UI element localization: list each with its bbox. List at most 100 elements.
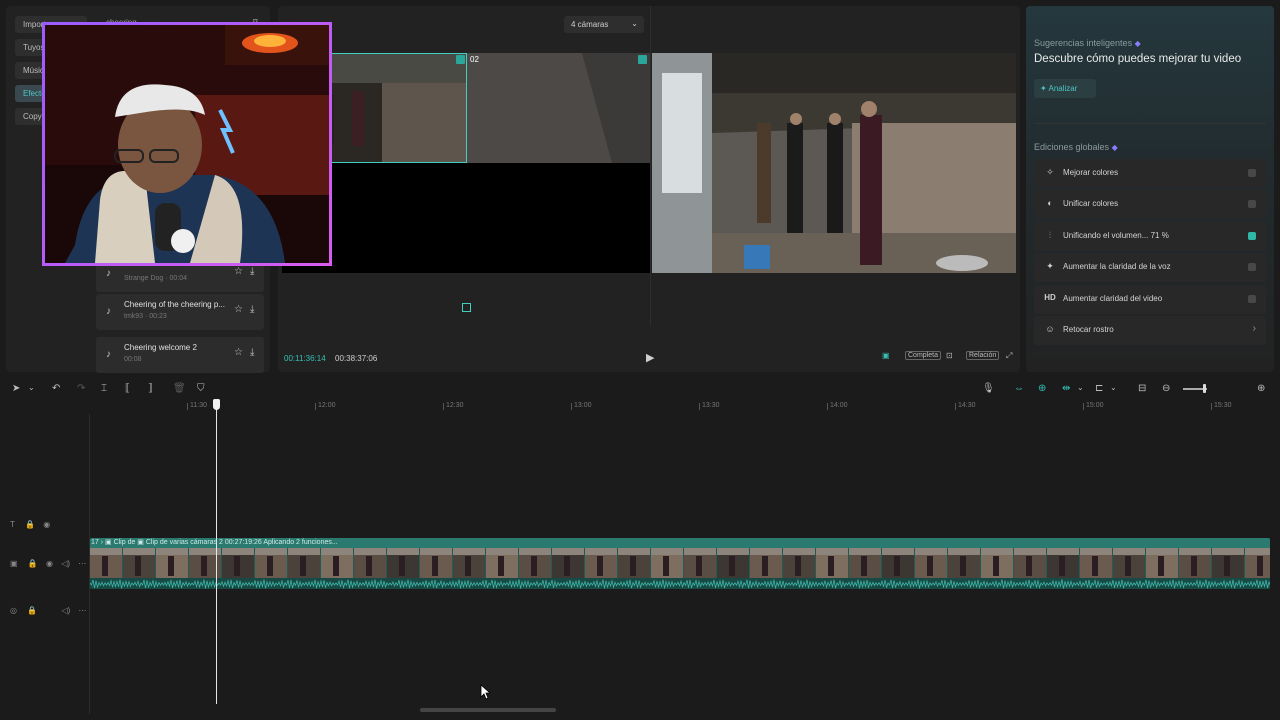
favorite-icon[interactable]: ☆: [234, 347, 243, 358]
zoom-in-icon[interactable]: ⊕: [1257, 383, 1265, 394]
clip-thumbnail: [486, 548, 518, 578]
preview-quality-icon[interactable]: ▣: [882, 351, 890, 360]
ruler-tick: 14:30: [955, 402, 976, 410]
magnet-icon[interactable]: ⊕: [1038, 383, 1046, 394]
trim-left-icon[interactable]: ⟦: [125, 383, 130, 394]
global-edits-title-text: Ediciones globales: [1034, 142, 1110, 152]
camera-count-value: 4 cámaras: [571, 20, 609, 29]
ruler-tick: 11:30: [187, 402, 207, 410]
toggle-checkbox[interactable]: [1248, 200, 1256, 208]
audio-track-header: ◎ 🔒 ◁) ⋯: [10, 606, 86, 615]
sliders-icon: ⫶: [1048, 230, 1052, 240]
option-voice-clarity[interactable]: ✦ Aumentar la claridad de la voz: [1034, 253, 1266, 282]
speaker-icon[interactable]: ◁): [61, 559, 70, 568]
delete-icon[interactable]: 🗑: [173, 383, 186, 394]
option-unify-colors[interactable]: ◐ Unificar colores: [1034, 190, 1266, 219]
select-tool-icon[interactable]: ➤: [12, 383, 20, 394]
marker-icon[interactable]: ⛉: [197, 383, 205, 394]
analyze-label: Analizar: [1048, 84, 1078, 93]
clip-thumbnail: [552, 548, 584, 578]
download-icon[interactable]: ⤓: [250, 266, 254, 277]
download-icon[interactable]: ⤓: [250, 347, 254, 358]
clip-thumbnail: [585, 548, 617, 578]
eye-icon[interactable]: ◉: [46, 559, 53, 568]
option-video-clarity[interactable]: HD Aumentar claridad del video: [1034, 285, 1266, 314]
ruler-tick: 12:30: [443, 402, 464, 410]
lock-icon[interactable]: 🔒: [27, 606, 37, 615]
toggle-checkbox[interactable]: [1248, 295, 1256, 303]
camera-count-select[interactable]: 4 cámaras ⌄: [564, 16, 644, 33]
chevron-down-icon[interactable]: ⌄: [1110, 383, 1117, 392]
list-item[interactable]: ♪ Cheering welcome 2 00:08 ☆ ⤓: [96, 337, 264, 373]
trim-right-icon[interactable]: ⟧: [148, 383, 153, 394]
option-unify-volume[interactable]: ⫶ Unificando el volumen... 71 %: [1034, 222, 1266, 251]
option-label: Mejorar colores: [1063, 168, 1119, 177]
more-icon[interactable]: ⋯: [78, 559, 86, 568]
redo-icon[interactable]: ↷: [77, 383, 85, 394]
video-track-header: ▣ 🔒 ◉ ◁) ⋯: [10, 559, 86, 568]
toggle-checkbox[interactable]: [1248, 169, 1256, 177]
microphone-icon[interactable]: 🎙: [982, 383, 995, 394]
eye-icon[interactable]: ◉: [43, 520, 50, 529]
option-enhance-colors[interactable]: ✧ Mejorar colores: [1034, 159, 1266, 188]
link-clips-icon[interactable]: ⇔: [1014, 383, 1024, 394]
main-preview[interactable]: [652, 53, 1016, 273]
smart-suggestions-title: Sugerencias inteligentes ◆: [1034, 38, 1141, 48]
download-icon[interactable]: ⤓: [250, 304, 254, 315]
undo-icon[interactable]: ↶: [52, 383, 60, 394]
clip-thumbnail: [1113, 548, 1145, 578]
clip-thumbnail: [981, 548, 1013, 578]
horizontal-scrollbar[interactable]: [420, 708, 556, 712]
timeline-toolbar: ➤ ⌄ ↶ ↷ ⌶ ⟦ ⟧ 🗑 ⛉ 🎙 ⇔ ⊕ ⇹ ⌄ ⊏ ⌄ ⊟ ⊖ ⊕: [0, 378, 1280, 400]
preview-axis-icon[interactable]: ⊏: [1095, 383, 1103, 394]
playhead-handle[interactable]: [213, 399, 220, 410]
full-button[interactable]: Completa: [905, 351, 941, 360]
divider: [1034, 123, 1266, 124]
snapshot-icon[interactable]: ⊡: [946, 351, 953, 360]
chevron-down-icon[interactable]: ⌄: [1077, 383, 1084, 392]
lock-icon[interactable]: 🔒: [28, 559, 38, 568]
clip-thumbnail: [519, 548, 551, 578]
fullscreen-icon[interactable]: ⤢: [1006, 351, 1012, 361]
ruler-tick: 15:30: [1211, 402, 1232, 410]
option-label: Unificando el volumen... 71 %: [1063, 231, 1169, 240]
time-ruler[interactable]: 11:30 12:00 12:30 13:00 13:30 14:00 14:3…: [90, 400, 1280, 414]
more-icon[interactable]: ⋯: [78, 606, 86, 615]
zoom-slider-handle[interactable]: [1203, 384, 1206, 393]
ratio-button[interactable]: Relación: [966, 351, 1000, 360]
waveform-path: [90, 578, 1270, 589]
chevron-right-icon: ›: [1252, 323, 1256, 334]
sfx-meta: Strange Dog · 00:04: [124, 275, 188, 282]
favorite-icon[interactable]: ☆: [234, 304, 243, 315]
video-viewer: 4 cámaras ⌄ 02 00:11:36:14 00:38:37:06 ▶…: [278, 6, 1020, 372]
multicam-clip[interactable]: 17 › ▣ Clip de ▣ Clip de varias cámaras …: [90, 538, 1270, 589]
snap-icon[interactable]: ⇹: [1062, 383, 1070, 394]
analyze-button[interactable]: ✦ Analizar: [1034, 79, 1096, 98]
list-item[interactable]: ♪ Cheering of the cheering p... tmk93 · …: [96, 294, 264, 330]
multicam-icon[interactable]: [462, 303, 471, 312]
toggle-checkbox[interactable]: [1248, 263, 1256, 271]
clip-thumbnail: [387, 548, 419, 578]
caption-icon[interactable]: ⊟: [1138, 383, 1146, 394]
zoom-out-icon[interactable]: ⊖: [1162, 383, 1170, 394]
playhead[interactable]: [216, 400, 217, 704]
clip-thumbnail: [816, 548, 848, 578]
toggle-checkbox[interactable]: [1248, 232, 1256, 240]
multicam-grid[interactable]: 02: [282, 53, 650, 273]
play-icon[interactable]: ▶: [646, 351, 654, 364]
palette-icon: ◐: [1047, 198, 1053, 208]
clip-thumbnail: [156, 548, 188, 578]
option-retouch-face[interactable]: ☺ Retocar rostro ›: [1034, 316, 1266, 345]
split-icon[interactable]: ⌶: [101, 383, 107, 394]
preview-frame: [652, 53, 1016, 273]
webcam-overlay: [42, 22, 332, 266]
clip-thumbnail: [420, 548, 452, 578]
clip-thumbnail: [783, 548, 815, 578]
clip-thumbnail: [288, 548, 320, 578]
lock-icon[interactable]: 🔒: [25, 520, 35, 529]
favorite-icon[interactable]: ☆: [234, 266, 243, 277]
chevron-down-icon[interactable]: ⌄: [28, 383, 35, 392]
clip-thumbnail: [1080, 548, 1112, 578]
clip-thumbnail: [1146, 548, 1178, 578]
speaker-icon[interactable]: ◁): [61, 606, 70, 615]
